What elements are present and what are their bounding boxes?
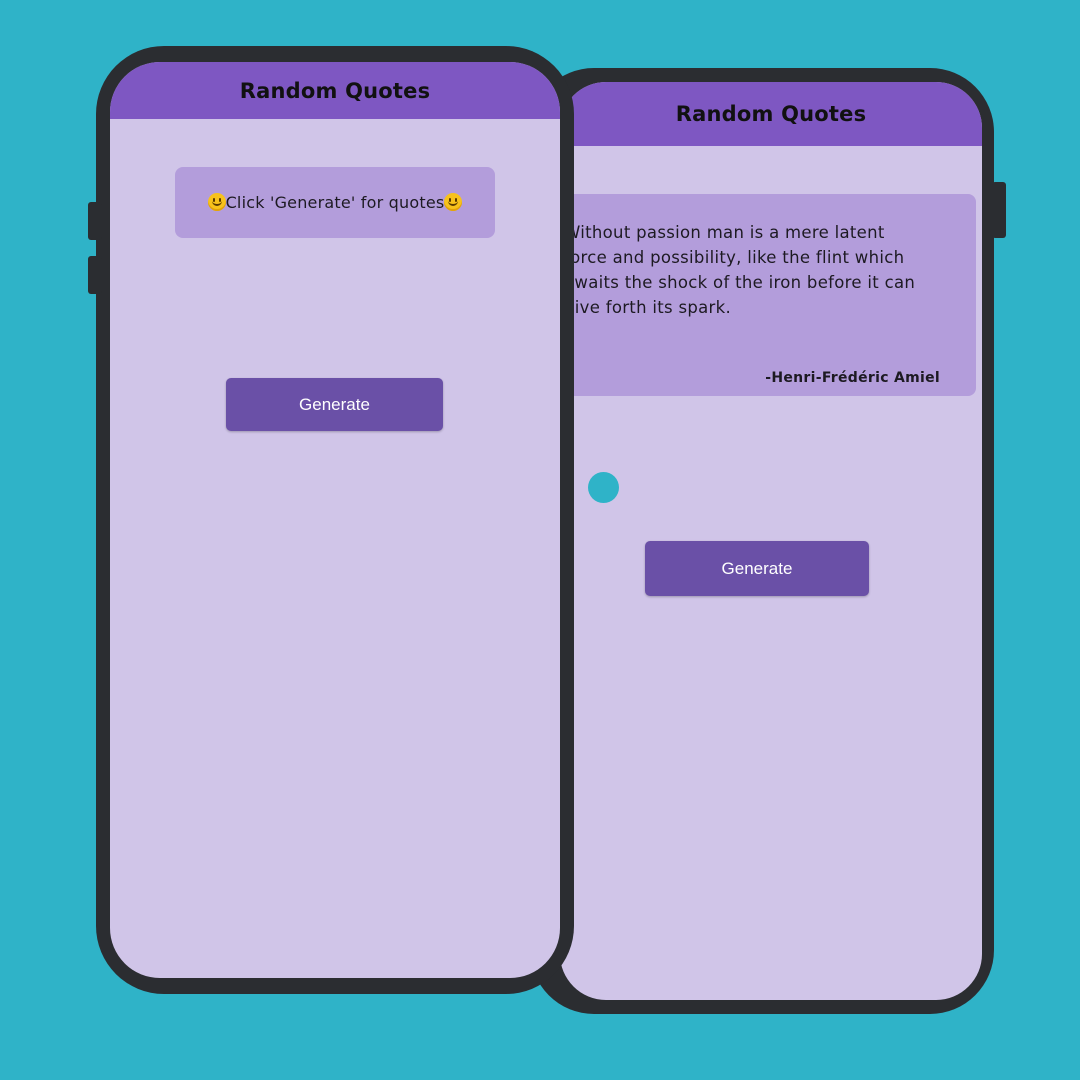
loading-dot-icon [588, 472, 619, 503]
quote-line: give forth its spark. [564, 298, 732, 317]
phone-right-screen: Random Quotes Without passion man is a m… [560, 82, 982, 1000]
phone-left-screen: Random Quotes Click 'Generate' for quote… [110, 62, 560, 978]
generate-button[interactable]: Generate [226, 378, 443, 431]
quote-line: Without passion man is a mere latent [564, 223, 885, 242]
quote-text: Without passion man is a mere latent for… [564, 220, 968, 320]
smiley-face-icon [444, 193, 463, 211]
phone-left-side-button-lower [88, 256, 102, 294]
smiley-face-icon [207, 193, 226, 211]
prompt-message: Click 'Generate' for quotes [207, 193, 463, 212]
phone-left-app-title: Random Quotes [239, 78, 431, 103]
generate-button[interactable]: Generate [645, 541, 869, 596]
prompt-card: Click 'Generate' for quotes [175, 167, 495, 238]
prompt-text: Click 'Generate' for quotes [225, 193, 445, 212]
quote-line: awaits the shock of the iron before it c… [564, 273, 916, 292]
quote-line: force and possibility, like the flint wh… [564, 248, 905, 267]
phone-left-side-button-upper [88, 202, 102, 240]
phone-right-app-title: Random Quotes [675, 102, 867, 126]
phone-right-side-button [992, 182, 1006, 238]
quote-card: Without passion man is a mere latent for… [560, 194, 976, 396]
phone-left-app-bar: Random Quotes [110, 62, 560, 119]
quote-author: -Henri-Frédéric Amiel [765, 370, 940, 386]
phone-right-app-bar: Random Quotes [560, 82, 982, 146]
